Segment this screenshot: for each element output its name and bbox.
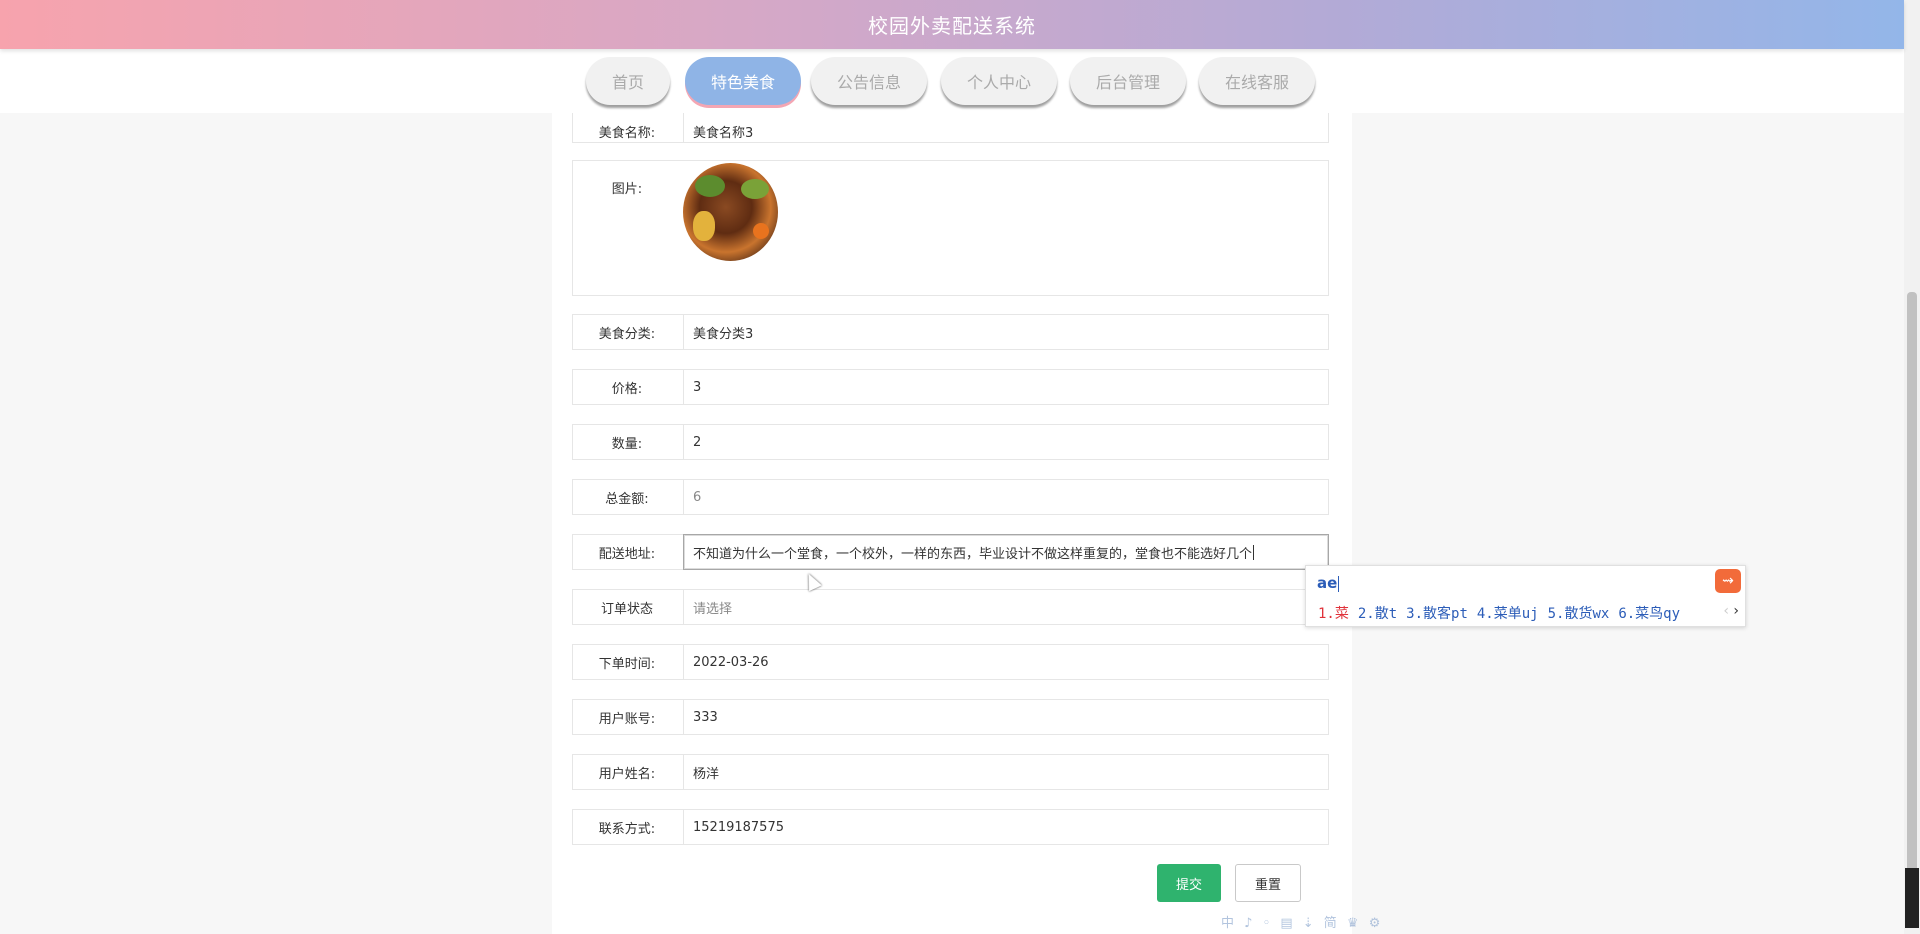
- address-label: 配送地址:: [598, 546, 656, 562]
- account-input[interactable]: 333: [683, 700, 1328, 734]
- site-title: 校园外卖配送系统: [868, 14, 1036, 38]
- category-label: 美食分类:: [598, 326, 656, 342]
- quantity-input[interactable]: 2: [683, 425, 1328, 459]
- address-row: 配送地址: 不知道为什么一个堂食，一个校外，一样的东西，毕业设计不做这样重复的，…: [572, 534, 1329, 570]
- contact-row: 联系方式: 15219187575: [572, 809, 1329, 845]
- account-row: 用户账号: 333: [572, 699, 1329, 735]
- category-row: 美食分类: 美食分类3: [572, 314, 1329, 350]
- username-row: 用户姓名: 杨洋: [572, 754, 1329, 790]
- ime-candidate-list: 1.菜 2.散t 3.散客pt 4.菜单uj 5.散货wx 6.菜鸟qy: [1318, 603, 1689, 623]
- address-text: 不知道为什么一个堂食，一个校外，一样的东西，毕业设计不做这样重复的，堂食也不能选…: [693, 546, 1253, 562]
- username-label: 用户姓名:: [598, 766, 656, 782]
- nav-item-online-service[interactable]: 在线客服: [1199, 57, 1315, 105]
- order-time-label: 下单时间:: [598, 656, 656, 672]
- quantity-label: 数量:: [611, 436, 643, 452]
- ime-candidate[interactable]: 1.菜: [1318, 606, 1349, 622]
- ime-page-arrows[interactable]: ‹ ›: [1723, 603, 1739, 619]
- ime-composition: ae: [1317, 574, 1340, 592]
- category-input[interactable]: 美食分类3: [683, 315, 1328, 349]
- total-label: 总金额:: [605, 491, 649, 507]
- price-label: 价格:: [611, 381, 643, 397]
- nav-item-admin[interactable]: 后台管理: [1070, 57, 1186, 105]
- quantity-row: 数量: 2: [572, 424, 1329, 460]
- top-header: 校园外卖配送系统: [0, 0, 1904, 49]
- account-label: 用户账号:: [598, 711, 656, 727]
- chevron-left-icon[interactable]: ‹: [1723, 603, 1729, 619]
- scrollbar-corner: [1905, 868, 1919, 928]
- food-image: [683, 163, 778, 261]
- nav-item-personal-center[interactable]: 个人中心: [941, 57, 1057, 105]
- contact-label: 联系方式:: [598, 821, 656, 837]
- submit-button[interactable]: 提交: [1157, 864, 1221, 902]
- scrollbar-thumb[interactable]: [1907, 292, 1917, 920]
- ime-candidate[interactable]: 5.散货wx: [1548, 606, 1610, 622]
- image-label: 图片:: [611, 181, 643, 197]
- nav-item-featured-food[interactable]: 特色美食: [685, 57, 801, 105]
- page-scrollbar[interactable]: [1904, 0, 1920, 934]
- text-caret: [1253, 544, 1255, 560]
- ime-toolbar[interactable]: 中 ♪ ◦ ▤ ⇣ 简 ♛ ⚙: [1221, 912, 1383, 931]
- ime-logo-icon: ⇝: [1715, 569, 1741, 593]
- status-row: 订单状态 请选择: [572, 589, 1329, 625]
- order-time-input[interactable]: 2022-03-26: [683, 645, 1328, 679]
- ime-candidate[interactable]: 6.菜鸟qy: [1618, 606, 1680, 622]
- order-time-row: 下单时间: 2022-03-26: [572, 644, 1329, 680]
- ime-candidate[interactable]: 3.散客pt: [1406, 606, 1468, 622]
- address-input[interactable]: 不知道为什么一个堂食，一个校外，一样的东西，毕业设计不做这样重复的，堂食也不能选…: [683, 534, 1329, 570]
- contact-input[interactable]: 15219187575: [683, 810, 1328, 844]
- image-row: 图片:: [572, 160, 1329, 296]
- price-input[interactable]: 3: [683, 370, 1328, 404]
- nav-bar: 首页 特色美食 公告信息 个人中心 后台管理 在线客服: [0, 49, 1904, 113]
- total-row: 总金额: 6: [572, 479, 1329, 515]
- username-input[interactable]: 杨洋: [683, 755, 1328, 789]
- ime-candidate[interactable]: 2.散t: [1358, 606, 1397, 622]
- status-select[interactable]: 请选择: [683, 590, 1328, 624]
- ime-candidate[interactable]: 4.菜单uj: [1477, 606, 1539, 622]
- nav-item-home[interactable]: 首页: [586, 57, 670, 105]
- status-label: 订单状态: [600, 601, 653, 617]
- chevron-right-icon[interactable]: ›: [1733, 603, 1739, 619]
- price-row: 价格: 3: [572, 369, 1329, 405]
- ime-candidate-popup: ae ⇝ 1.菜 2.散t 3.散客pt 4.菜单uj 5.散货wx 6.菜鸟qy ‹ ›: [1305, 565, 1746, 627]
- reset-button[interactable]: 重置: [1235, 864, 1301, 902]
- total-input[interactable]: 6: [683, 480, 1328, 514]
- nav-item-announcements[interactable]: 公告信息: [811, 57, 927, 105]
